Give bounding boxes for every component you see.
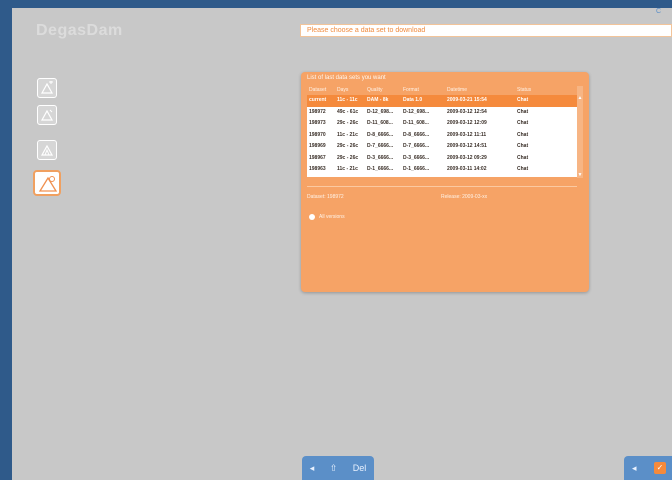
table-cell: 11c - 21c [337, 166, 358, 172]
table-cell: 2009-03-12 12:54 [447, 108, 487, 115]
corner-toolbar: ◂ ✓ [624, 456, 672, 480]
table-cell: 198970 [309, 131, 326, 138]
table-body: current 11c - 11c DAM - 8k Data 1.0 2009-03-… [307, 95, 581, 177]
table-cell: 198967 [309, 154, 326, 161]
table-cell: D-12_698... [367, 108, 394, 115]
table-cell: D-1_6666... [403, 166, 430, 172]
col-header[interactable]: Status [517, 86, 557, 95]
col-header[interactable]: Datetime [447, 86, 517, 95]
scroll-down-icon[interactable]: ▼ [577, 172, 583, 178]
table-row[interactable]: 198969 29c - 26c D-7_6666... D-7_6666... 200… [307, 141, 581, 153]
scroll-up-icon[interactable]: ▲ [577, 95, 583, 101]
table-cell: 2009-03-11 14:02 [447, 166, 487, 172]
delete-button[interactable]: Del [353, 463, 367, 473]
table-cell: 198963 [309, 166, 326, 172]
table-cell: 198969 [309, 143, 326, 149]
table-cell: 29c - 26c [337, 154, 359, 161]
table-cell: D-7_6666... [403, 143, 430, 149]
tool-bell-triangle-button[interactable] [33, 170, 61, 196]
table-cell: Data 1.0 [403, 97, 423, 103]
table-cell: DAM - 8k [367, 97, 389, 103]
table-cell: D-12_698... [403, 108, 430, 115]
table-cell: current [309, 97, 327, 103]
table-cell: D-3_6666... [367, 154, 394, 161]
table-cell: 29c - 26c [337, 143, 359, 149]
table-cell: Chat [517, 97, 529, 103]
col-header[interactable]: Dataset [307, 86, 337, 95]
corner-top-label: C [656, 8, 662, 15]
table-cell: Chat [517, 154, 529, 161]
table-cell: Chat [517, 131, 529, 138]
table-cell: 2009-03-12 11:11 [447, 131, 487, 138]
col-header[interactable]: Format [403, 86, 447, 95]
table-cell: 2009-03-12 12:09 [447, 120, 487, 126]
table-cell: 11c - 11c [337, 97, 358, 103]
table-scrollbar[interactable]: ▲ ▼ [577, 86, 583, 178]
dataset-panel: List of last data sets you want Dataset … [301, 72, 589, 292]
table-cell: D-7_6666... [367, 143, 394, 149]
bottom-toolbar: ◂ ⇧ Del [302, 456, 374, 480]
dataset-table: Dataset Days Quality Format Datetime Sta… [307, 86, 581, 178]
tool-add-triangle-button[interactable] [37, 78, 57, 98]
table-row[interactable]: 198973 29c - 26c D-11_608... D-11_608... 200… [307, 118, 581, 130]
table-cell: 49c - 61c [337, 108, 359, 115]
table-cell: Chat [517, 166, 529, 172]
back-button[interactable]: ◂ [310, 463, 315, 474]
table-row[interactable]: 198970 11c - 21c D-8_6666... D-8_6666... 200… [307, 130, 581, 142]
divider [307, 186, 577, 187]
table-cell: Chat [517, 143, 529, 149]
tool-edit-triangle-button[interactable] [37, 105, 57, 125]
upload-button[interactable]: ⇧ [330, 463, 338, 474]
notice-bar[interactable]: Please choose a data set to download [300, 24, 672, 37]
release-info: Release: 2009-03-xx [441, 194, 488, 200]
table-cell: 198973 [309, 120, 326, 126]
table-cell: Chat [517, 108, 529, 115]
radio-label: All versions [319, 214, 345, 220]
table-cell: 2009-03-21 15:54 [447, 97, 487, 103]
table-cell: 2009-03-12 09:29 [447, 154, 487, 161]
all-versions-option[interactable]: All versions [309, 214, 345, 220]
table-cell: D-3_6666... [403, 154, 430, 161]
table-cell: 29c - 26c [337, 120, 359, 126]
app-window: DegasDam Please choose a data set to dow… [12, 8, 672, 480]
table-cell: D-11_608... [367, 120, 393, 126]
table-row[interactable]: 198967 29c - 26c D-3_6666... D-3_6666... 200… [307, 153, 581, 165]
table-cell: 2009-03-12 14:51 [447, 143, 487, 149]
table-cell: 198972 [309, 108, 326, 115]
table-cell: Chat [517, 120, 529, 126]
table-row[interactable]: 198963 11c - 21c D-1_6666... D-1_6666... 200… [307, 164, 581, 176]
corner-back-button[interactable]: ◂ [632, 463, 637, 474]
table-row[interactable]: current 11c - 11c DAM - 8k Data 1.0 2009-03-… [307, 95, 581, 107]
app-logo: DegasDam [36, 22, 123, 39]
col-header[interactable]: Days [337, 86, 367, 95]
panel-title: List of last data sets you want [307, 75, 386, 81]
table-cell: D-8_6666... [403, 131, 430, 138]
table-cell: 11c - 21c [337, 131, 358, 138]
radio-button[interactable] [309, 214, 315, 220]
table-row[interactable]: 198972 49c - 61c D-12_698... D-12_698... 200… [307, 107, 581, 119]
table-cell: D-8_6666... [367, 131, 394, 138]
table-cell: D-1_6666... [367, 166, 394, 172]
dataset-info: Dataset: 198972 [307, 194, 344, 200]
col-header[interactable]: Quality [367, 86, 403, 95]
corner-confirm-button[interactable]: ✓ [654, 462, 666, 474]
table-cell: D-11_608... [403, 120, 429, 126]
table-header: Dataset Days Quality Format Datetime Sta… [307, 86, 581, 95]
tool-stack-triangle-button[interactable] [37, 140, 57, 160]
